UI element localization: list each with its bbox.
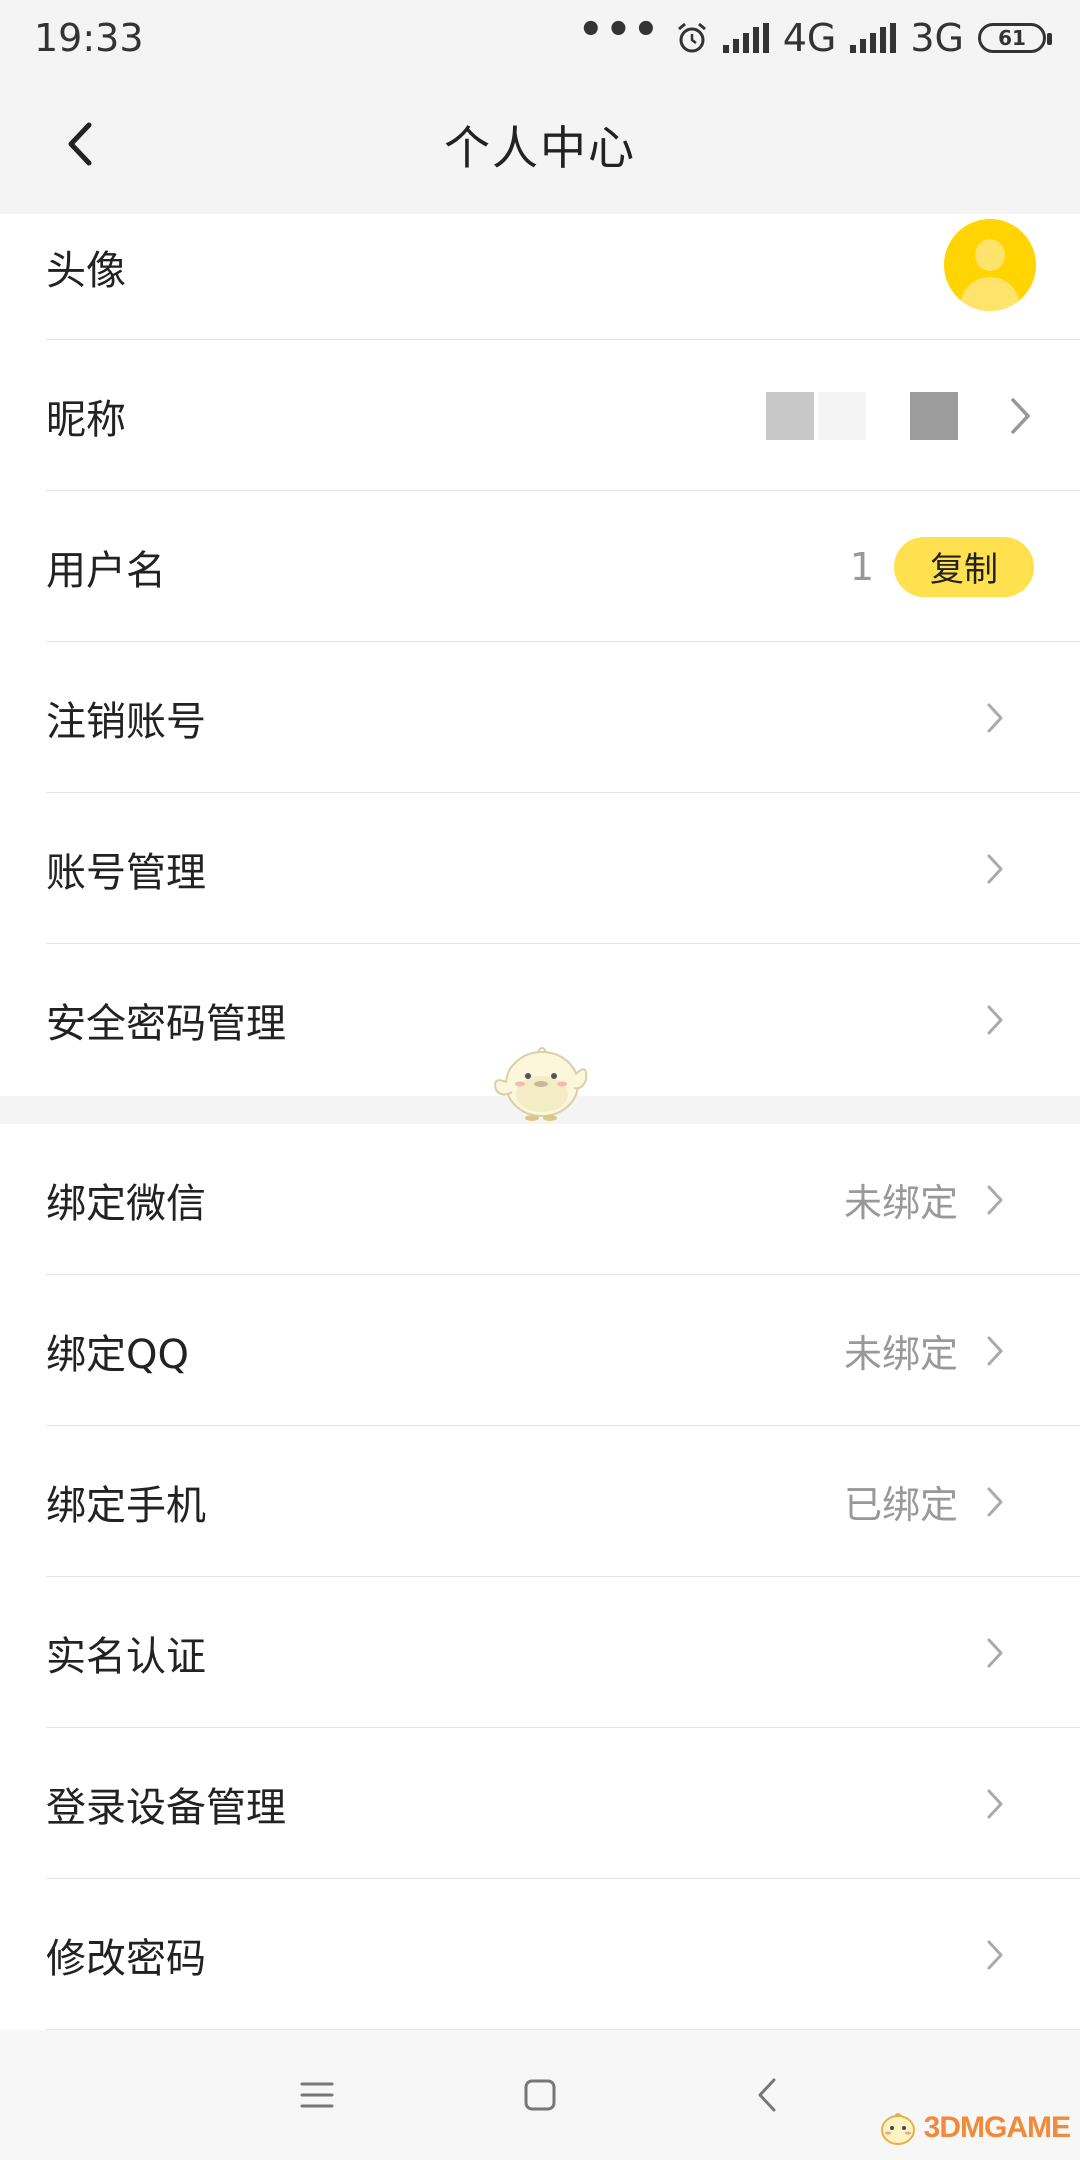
delete-account-label: 注销账号 (46, 698, 206, 745)
back-button[interactable] (50, 114, 110, 174)
copy-button[interactable]: 复制 (894, 536, 1034, 597)
signal-icon-2 (850, 23, 897, 53)
bind-wechat-status: 未绑定 (843, 1181, 958, 1225)
battery-icon: 61 (978, 23, 1052, 53)
bind-phone-label: 绑定手机 (46, 1482, 206, 1529)
chevron-right-icon (980, 1784, 1010, 1824)
username-row: 用户名 1 复制 (0, 491, 1080, 642)
bind-phone-row[interactable]: 绑定手机 已绑定 (0, 1426, 1080, 1577)
avatar-label: 头像 (46, 248, 126, 294)
chevron-left-icon (68, 122, 92, 166)
watermark-mascot-icon (880, 2113, 915, 2145)
username-value: 1 (849, 544, 874, 589)
nickname-blurred-block (818, 391, 866, 440)
bind-phone-status: 已绑定 (843, 1483, 958, 1527)
chevron-right-icon (980, 1000, 1010, 1040)
signal-icon-1 (722, 23, 769, 53)
account-manage-row[interactable]: 账号管理 (0, 793, 1080, 944)
bind-qq-label: 绑定QQ (46, 1331, 189, 1378)
alarm-icon (677, 22, 706, 53)
bind-wechat-row[interactable]: 绑定微信 未绑定 (0, 1124, 1080, 1275)
bind-wechat-label: 绑定微信 (46, 1180, 206, 1227)
change-password-row[interactable]: 修改密码 (0, 1879, 1080, 2030)
avatar-row[interactable]: 头像 (0, 214, 1080, 340)
realname-row[interactable]: 实名认证 (0, 1577, 1080, 1728)
account-manage-label: 账号管理 (46, 849, 206, 896)
status-icons: ••• 4G 3G 61 (578, 7, 1052, 61)
delete-account-row[interactable]: 注销账号 (0, 642, 1080, 793)
nickname-label: 昵称 (46, 396, 126, 443)
username-label: 用户名 (46, 547, 166, 594)
security-password-label: 安全密码管理 (46, 1001, 286, 1047)
chevron-right-icon (980, 1180, 1010, 1220)
battery-level: 61 (998, 26, 1026, 50)
watermark-text: 3DMGAME (923, 2111, 1071, 2144)
chevron-right-icon (980, 698, 1010, 738)
mascot-watermark-icon (494, 1047, 588, 1121)
network-type-2: 3G (910, 16, 964, 60)
nickname-blurred-block (910, 391, 958, 440)
status-time: 19:33 (34, 16, 144, 60)
avatar-head-shape (975, 239, 1005, 271)
realname-label: 实名认证 (46, 1633, 206, 1680)
nickname-row[interactable]: 昵称 (0, 340, 1080, 491)
home-nav-button[interactable] (515, 2070, 565, 2120)
app-header: 个人中心 (0, 76, 1080, 214)
device-manage-label: 登录设备管理 (46, 1784, 286, 1831)
menu-icon (300, 2082, 334, 2108)
back-nav-button[interactable] (742, 2070, 792, 2120)
device-manage-row[interactable]: 登录设备管理 (0, 1728, 1080, 1879)
network-type-1: 4G (782, 16, 837, 60)
chevron-right-icon (980, 1331, 1010, 1371)
bind-qq-row[interactable]: 绑定QQ 未绑定 (0, 1275, 1080, 1426)
status-bar: 19:33 ••• 4G 3G 61 (0, 0, 1080, 76)
more-notifications-icon: ••• (578, 7, 661, 53)
bind-qq-status: 未绑定 (843, 1332, 958, 1376)
chevron-right-icon (980, 849, 1010, 889)
avatar[interactable] (944, 219, 1036, 311)
avatar-body-shape (960, 277, 1020, 311)
chevron-right-icon (980, 1935, 1010, 1975)
home-square-icon (524, 2079, 556, 2111)
menu-nav-button[interactable] (292, 2070, 342, 2120)
nickname-blurred-block (766, 391, 814, 440)
chevron-right-icon (1006, 396, 1036, 436)
chevron-right-icon (980, 1633, 1010, 1673)
chevron-right-icon (980, 1482, 1010, 1522)
site-watermark: 3DMGAME (876, 2108, 1071, 2148)
page-title: 个人中心 (444, 121, 636, 175)
back-triangle-icon (758, 2078, 776, 2112)
change-password-label: 修改密码 (46, 1935, 206, 1982)
